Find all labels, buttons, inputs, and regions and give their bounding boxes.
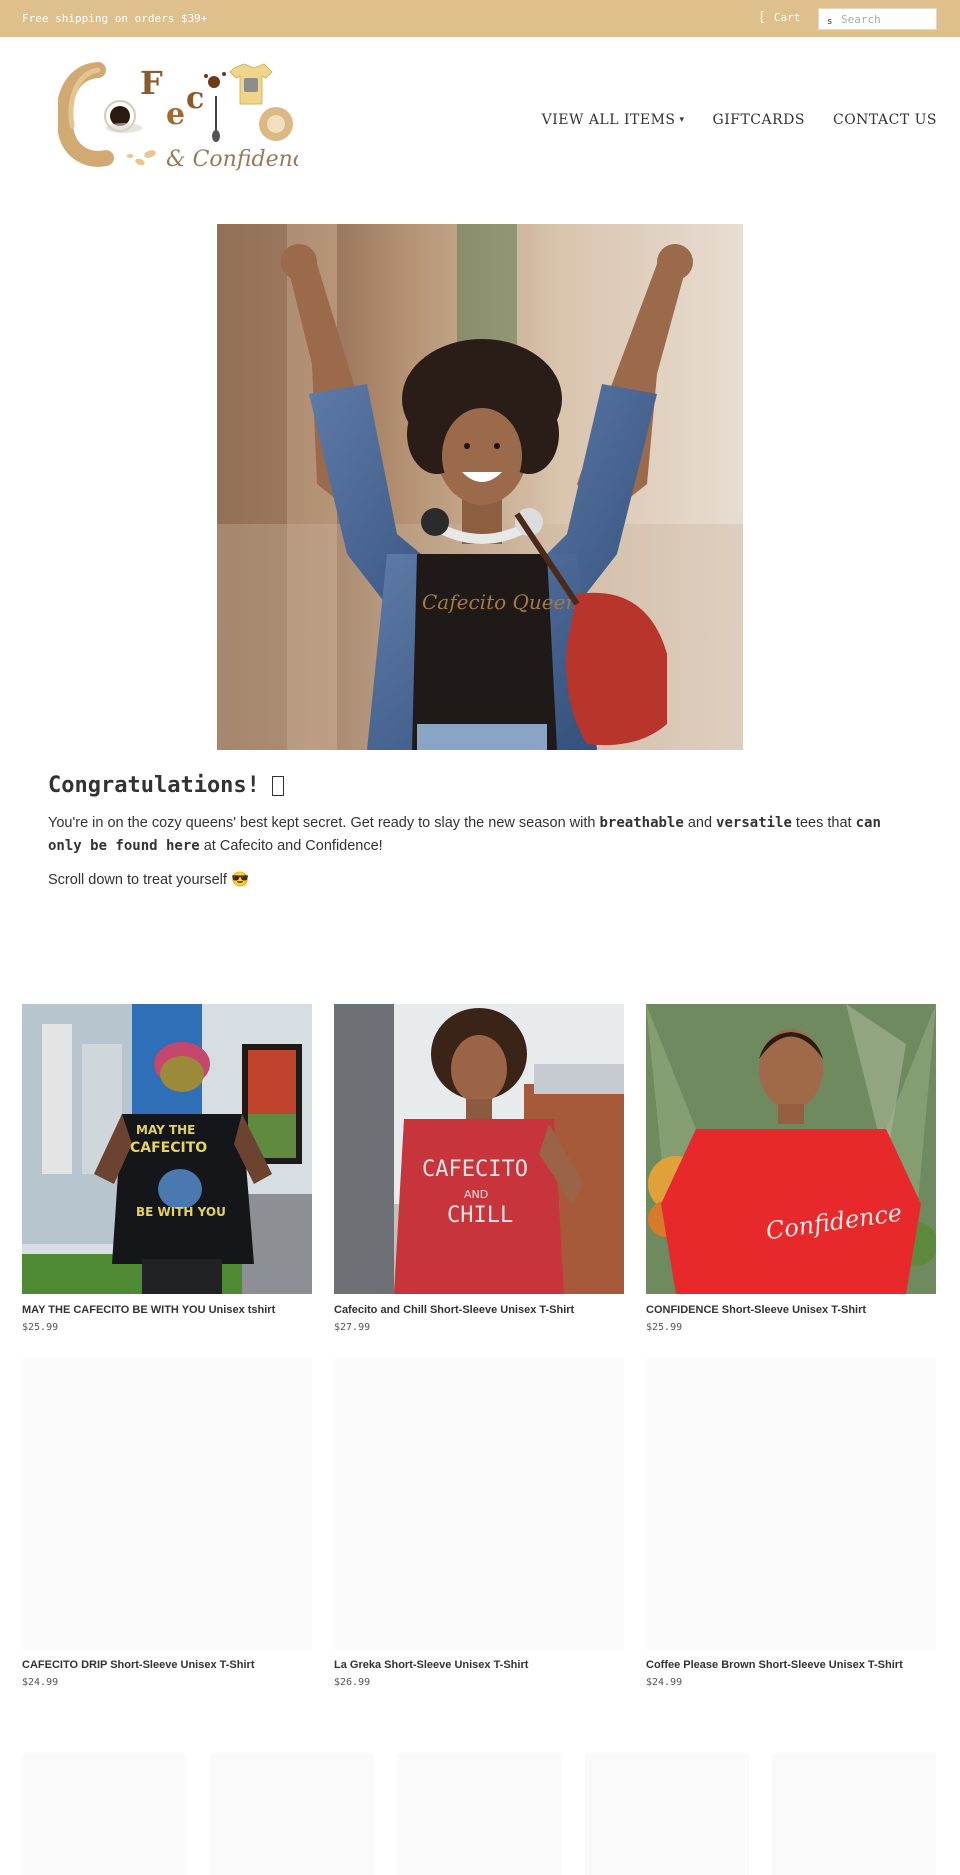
svg-text:e: e bbox=[166, 97, 185, 132]
product-image-placeholder[interactable] bbox=[22, 1359, 312, 1649]
intro-breathable: breathable bbox=[599, 815, 684, 831]
cafecito-logo-graphic: F e c & Confidence bbox=[56, 62, 318, 172]
product-title[interactable]: Cafecito and Chill Short-Sleeve Unisex T… bbox=[334, 1304, 624, 1316]
product-image[interactable]: MAY THE CAFECITO BE WITH YOU bbox=[22, 1004, 312, 1294]
hero-image: Cafecito Queen bbox=[217, 224, 743, 750]
product-price: $24.99 bbox=[22, 1677, 59, 1688]
product-1-shirt-line-1: MAY THE bbox=[136, 1123, 195, 1137]
svg-text:& Confidence: & Confidence bbox=[166, 147, 298, 172]
collection-tile-placeholder[interactable] bbox=[772, 1754, 936, 1875]
product-1-shirt-line-3: BE WITH YOU bbox=[136, 1205, 226, 1219]
product-title[interactable]: CAFECITO DRIP Short-Sleeve Unisex T-Shir… bbox=[22, 1659, 312, 1671]
product-card[interactable]: CAFECITO AND CHILL Cafecito and Chill Sh… bbox=[334, 1004, 624, 1333]
product-title[interactable]: La Greka Short-Sleeve Unisex T-Shirt bbox=[334, 1659, 624, 1671]
product-2-shirt-line-1: CAFECITO bbox=[422, 1157, 528, 1182]
nav-contact-us-label: CONTACT US bbox=[832, 112, 937, 128]
intro-paragraph: You're in on the cozy queens' best kept … bbox=[48, 812, 912, 858]
site-logo[interactable]: F e c & Confidence bbox=[56, 60, 318, 182]
cart-link[interactable]: [ Cart bbox=[758, 11, 800, 24]
collection-tile-placeholder[interactable] bbox=[22, 1754, 186, 1875]
intro-versatile: versatile bbox=[716, 815, 792, 831]
svg-text:c: c bbox=[186, 81, 204, 116]
product-price: $24.99 bbox=[646, 1677, 683, 1688]
hero-shirt-text: Cafecito Queen bbox=[422, 590, 578, 614]
product-card[interactable]: Confidence CONFIDENCE Short-Sleeve Unise… bbox=[646, 1004, 936, 1333]
collection-tile-placeholder[interactable] bbox=[397, 1754, 561, 1875]
page-title-text: Congratulations! bbox=[48, 773, 260, 798]
search-icon[interactable]: s bbox=[827, 17, 832, 27]
product-card[interactable]: CAFECITO DRIP Short-Sleeve Unisex T-Shir… bbox=[22, 1359, 312, 1688]
nav-giftcards[interactable]: GIFTCARDS bbox=[713, 112, 805, 128]
product-1-shirt-line-2: CAFECITO bbox=[130, 1140, 207, 1156]
product-2-shirt-line-3: CHILL bbox=[447, 1203, 513, 1228]
product-price: $26.99 bbox=[334, 1677, 371, 1688]
product-title[interactable]: MAY THE CAFECITO BE WITH YOU Unisex tshi… bbox=[22, 1304, 312, 1316]
intro-text-c: and bbox=[683, 815, 717, 831]
nav-contact-us[interactable]: CONTACT US bbox=[833, 112, 937, 128]
product-title[interactable]: Coffee Please Brown Short-Sleeve Unisex … bbox=[646, 1659, 936, 1671]
product-price: $25.99 bbox=[22, 1322, 59, 1333]
product-image[interactable]: CAFECITO AND CHILL bbox=[334, 1004, 624, 1294]
intro-text-a: You're in on the cozy queens' best kept … bbox=[48, 815, 600, 831]
collection-tile-placeholder[interactable] bbox=[210, 1754, 374, 1875]
chevron-down-icon: ▾ bbox=[679, 115, 685, 125]
intro-text-g: at Cafecito and Confidence! bbox=[199, 838, 383, 854]
collection-tile-placeholder[interactable] bbox=[585, 1754, 749, 1875]
product-title[interactable]: CONFIDENCE Short-Sleeve Unisex T-Shirt bbox=[646, 1304, 936, 1316]
product-image-placeholder[interactable] bbox=[646, 1359, 936, 1649]
product-card[interactable]: La Greka Short-Sleeve Unisex T-Shirt $26… bbox=[334, 1359, 624, 1688]
main-navigation: VIEW ALL ITEMS ▾ GIFTCARDS CONTACT US bbox=[542, 112, 937, 128]
cart-label: Cart bbox=[773, 11, 801, 24]
product-card[interactable]: Coffee Please Brown Short-Sleeve Unisex … bbox=[646, 1359, 936, 1688]
free-shipping-text: Free shipping on orders $39+ bbox=[22, 12, 208, 25]
nav-giftcards-label: GIFTCARDS bbox=[712, 112, 805, 128]
search-field[interactable]: s bbox=[818, 8, 937, 30]
page-title: Congratulations! bbox=[48, 773, 912, 798]
product-price: $27.99 bbox=[334, 1322, 371, 1333]
intro-section: Congratulations! You're in on the cozy q… bbox=[48, 773, 912, 892]
search-input[interactable] bbox=[841, 11, 933, 27]
cart-icon: [ bbox=[758, 10, 766, 25]
product-2-shirt-line-2: AND bbox=[464, 1188, 488, 1201]
nav-view-all-items[interactable]: VIEW ALL ITEMS ▾ bbox=[542, 112, 685, 128]
intro-text-e: tees that bbox=[791, 815, 856, 831]
announcement-bar: Free shipping on orders $39+ [ Cart s bbox=[0, 0, 960, 37]
product-image-placeholder[interactable] bbox=[334, 1359, 624, 1649]
missing-glyph-icon bbox=[271, 775, 284, 796]
product-card[interactable]: MAY THE CAFECITO BE WITH YOU MAY THE CAF… bbox=[22, 1004, 312, 1333]
nav-view-all-items-label: VIEW ALL ITEMS bbox=[541, 112, 676, 128]
product-image[interactable]: Confidence bbox=[646, 1004, 936, 1294]
svg-text:F: F bbox=[140, 64, 163, 102]
scroll-hint: Scroll down to treat yourself 😎 bbox=[48, 872, 249, 888]
product-price: $25.99 bbox=[646, 1322, 683, 1333]
